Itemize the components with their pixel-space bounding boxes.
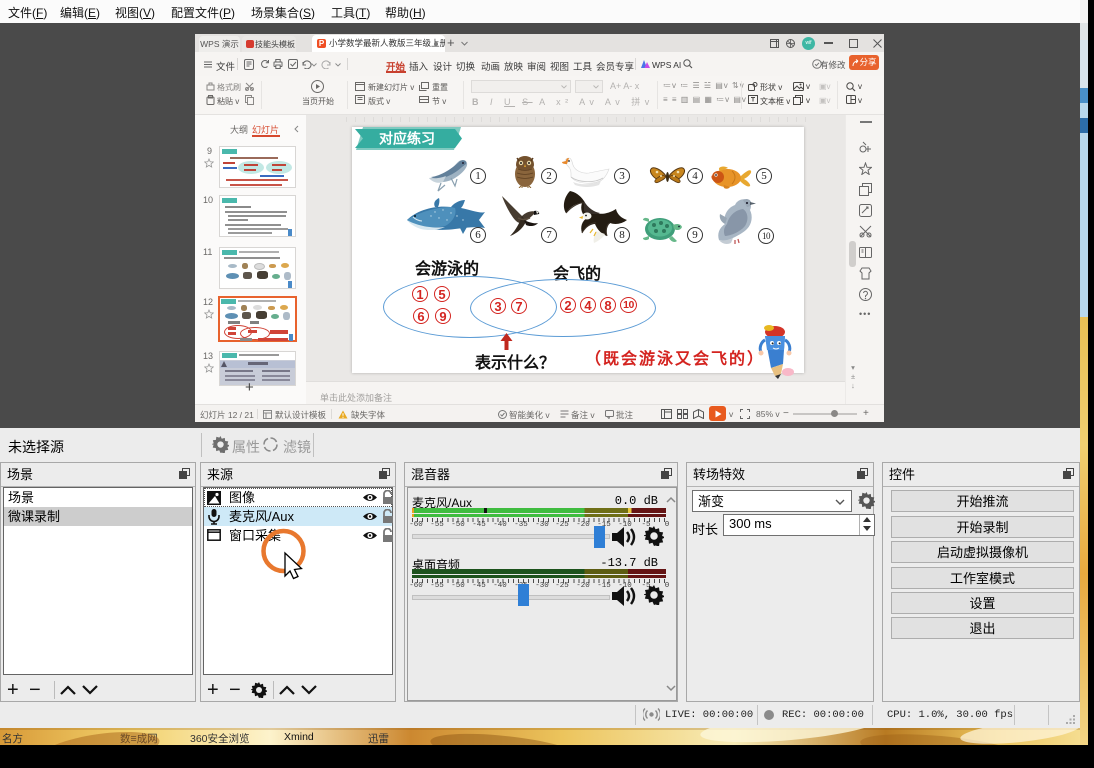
svg-text:对应练习: 对应练习 [379, 131, 435, 147]
